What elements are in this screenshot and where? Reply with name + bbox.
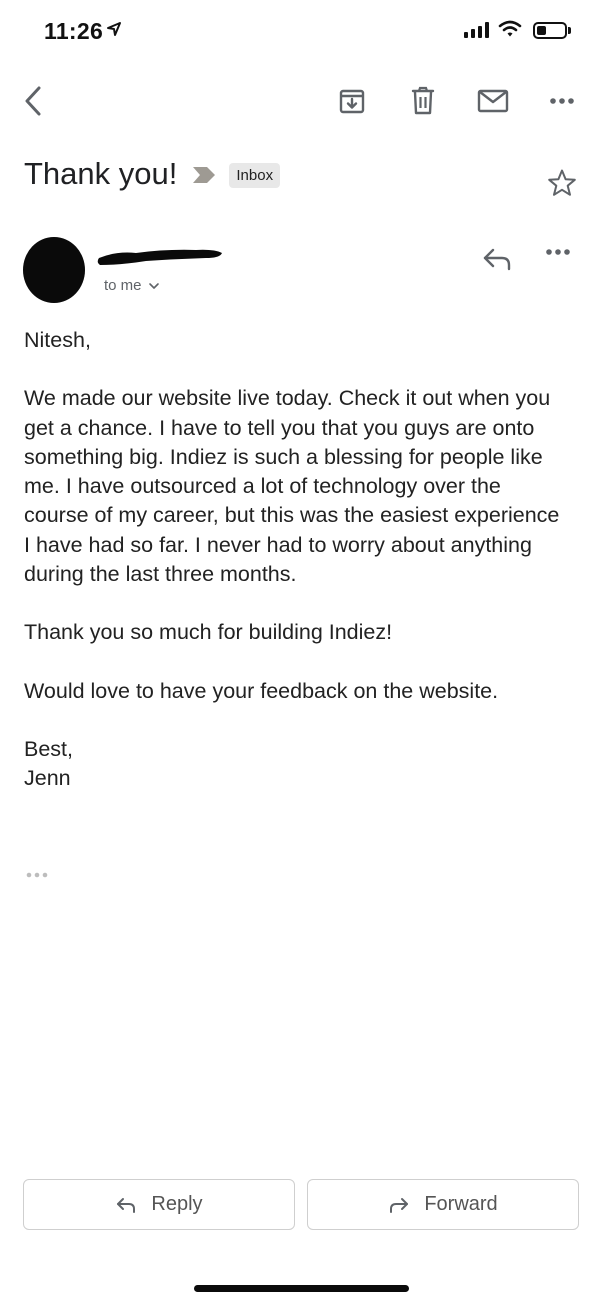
message-more-icon[interactable] bbox=[545, 248, 571, 256]
email-subject: Thank you! bbox=[24, 156, 178, 191]
back-button[interactable] bbox=[10, 78, 56, 124]
recipient-text: to me bbox=[104, 277, 142, 294]
home-indicator[interactable] bbox=[194, 1285, 409, 1292]
wifi-icon bbox=[498, 20, 522, 37]
delete-button[interactable] bbox=[400, 78, 446, 124]
mark-unread-icon bbox=[477, 89, 509, 113]
sender-name-redaction bbox=[97, 249, 222, 265]
back-icon bbox=[25, 86, 41, 116]
forward-button-label: Forward bbox=[424, 1193, 498, 1215]
body-paragraph: Thank you so much for building Indiez! bbox=[24, 620, 393, 645]
body-paragraph: We made our website live today. Check it… bbox=[24, 386, 560, 587]
toolbar bbox=[0, 78, 603, 128]
body-greeting: Nitesh, bbox=[24, 328, 91, 352]
recipient-details-toggle[interactable]: to me bbox=[104, 277, 160, 294]
battery-cap bbox=[568, 27, 571, 34]
more-options-button[interactable] bbox=[539, 78, 585, 124]
mark-unread-button[interactable] bbox=[470, 78, 516, 124]
battery-icon bbox=[533, 22, 567, 39]
chevron-down-icon bbox=[148, 282, 159, 289]
reply-icon[interactable] bbox=[480, 244, 516, 274]
importance-marker-icon[interactable] bbox=[191, 166, 217, 184]
body-paragraph: Would love to have your feedback on the … bbox=[24, 678, 499, 703]
forward-icon bbox=[390, 1197, 409, 1213]
location-arrow-icon bbox=[107, 22, 121, 36]
star-icon[interactable] bbox=[547, 168, 577, 198]
forward-button[interactable]: Forward bbox=[307, 1179, 579, 1230]
more-icon bbox=[550, 98, 574, 104]
body-signoff: Best, bbox=[24, 736, 73, 761]
status-bar: 11:26 bbox=[0, 0, 603, 62]
email-view: 11:26 Thank you! Inbox to me Nitesh, We … bbox=[0, 0, 603, 1304]
sender-avatar[interactable] bbox=[23, 237, 85, 303]
archive-button[interactable] bbox=[329, 78, 375, 124]
subject-row: Thank you! Inbox bbox=[24, 154, 281, 194]
reply-button-label: Reply bbox=[151, 1193, 203, 1215]
reply-button[interactable]: Reply bbox=[23, 1179, 295, 1230]
body-signature: Jenn bbox=[24, 766, 71, 791]
email-body: Nitesh, We made our website live today. … bbox=[24, 326, 569, 794]
label-chip-inbox[interactable]: Inbox bbox=[229, 162, 281, 188]
reply-icon bbox=[117, 1197, 136, 1213]
archive-icon bbox=[339, 89, 365, 114]
delete-icon bbox=[411, 86, 435, 115]
cellular-signal-icon bbox=[464, 22, 489, 38]
show-trimmed-content-icon[interactable] bbox=[24, 868, 50, 882]
status-time: 11:26 bbox=[44, 18, 104, 44]
